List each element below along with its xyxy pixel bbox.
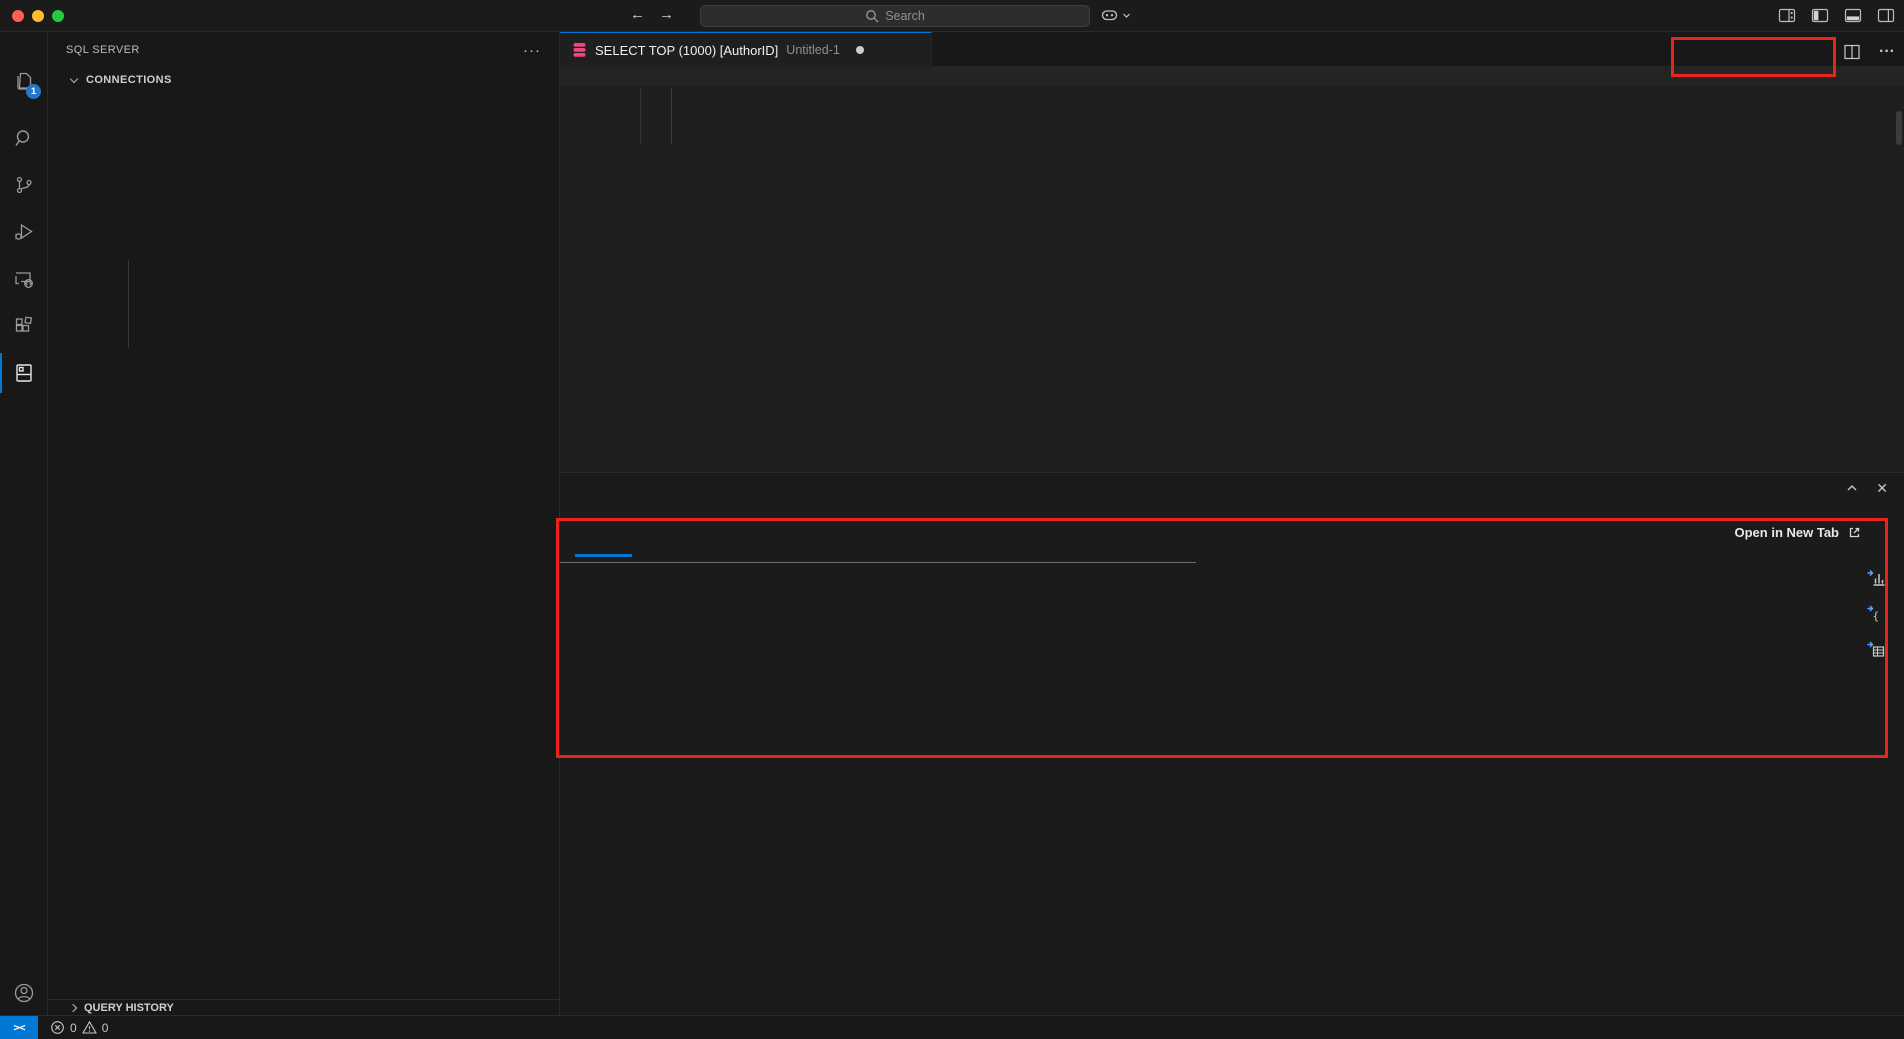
command-center-search[interactable]: Search — [700, 5, 1090, 27]
toggle-panel-icon[interactable] — [1844, 7, 1862, 24]
indent-guide-active — [671, 88, 672, 144]
active-results-tab-underline — [575, 554, 632, 557]
vscode-window: ← → Search 1 — [0, 0, 1904, 1039]
error-icon — [50, 1020, 65, 1035]
sidebar: SQL SERVER ··· CONNECTIONS QUERY HISTORY — [48, 32, 560, 1015]
more-actions-icon[interactable]: ··· — [1879, 44, 1895, 60]
sql-server-icon — [12, 361, 36, 385]
extensions-icon — [12, 314, 36, 338]
more-actions-icon[interactable]: ··· — [523, 42, 541, 59]
close-panel-icon[interactable]: ✕ — [1876, 481, 1888, 495]
tree-section-connections[interactable]: CONNECTIONS — [48, 69, 559, 91]
warning-count: 0 — [102, 1021, 109, 1035]
activity-search[interactable] — [0, 115, 48, 161]
search-icon — [865, 9, 879, 23]
title-bar: ← → Search — [0, 0, 1904, 32]
close-window-button[interactable] — [12, 10, 24, 22]
query-history-section[interactable]: QUERY HISTORY — [48, 999, 559, 1015]
window-controls — [12, 10, 64, 22]
chevron-up-icon[interactable] — [1845, 481, 1859, 495]
activity-bar: 1 — [0, 32, 48, 1015]
results-grid — [560, 562, 1196, 563]
code-editor[interactable] — [560, 67, 1904, 472]
customize-layout-icon[interactable] — [1778, 7, 1796, 24]
chevron-down-icon — [70, 74, 78, 82]
chevron-right-icon — [69, 1003, 77, 1011]
open-in-new-tab-label: Open in New Tab — [1735, 525, 1840, 540]
status-bar: >< 0 0 — [0, 1015, 1904, 1039]
error-count: 0 — [70, 1021, 77, 1035]
open-external-icon — [1847, 525, 1862, 540]
editor-tab[interactable]: SELECT TOP (1000) [AuthorID] Untitled-1 — [560, 32, 932, 67]
save-as-csv-icon[interactable] — [1866, 568, 1886, 587]
connections-label: CONNECTIONS — [86, 74, 172, 86]
remote-indicator[interactable]: >< — [0, 1016, 38, 1039]
save-as-excel-icon[interactable] — [1866, 640, 1886, 659]
activity-sql-server[interactable] — [0, 350, 48, 396]
chevron-down-icon — [1122, 11, 1131, 20]
indent-guide — [640, 88, 641, 144]
split-editor-icon[interactable] — [1843, 43, 1861, 61]
source-control-icon — [12, 173, 36, 197]
bottom-panel: ✕ Open in New Tab — [560, 472, 1904, 1015]
open-in-new-tab-button[interactable]: Open in New Tab — [1735, 525, 1863, 540]
save-as-json-icon[interactable]: { } — [1866, 604, 1886, 623]
account-icon — [12, 981, 36, 1005]
query-history-label: QUERY HISTORY — [84, 1002, 174, 1014]
tree-indent-guide — [128, 260, 129, 348]
minimize-window-button[interactable] — [32, 10, 44, 22]
svg-text:{ }: { } — [1873, 610, 1887, 623]
copilot-menu[interactable] — [1100, 7, 1131, 23]
current-line-highlight — [560, 67, 1904, 86]
explorer-badge: 1 — [26, 84, 41, 99]
forward-icon[interactable]: → — [659, 6, 674, 23]
maximize-window-button[interactable] — [52, 10, 64, 22]
toggle-secondary-sidebar-icon[interactable] — [1877, 7, 1895, 24]
tab-subtitle: Untitled-1 — [786, 43, 840, 57]
run-debug-icon — [12, 220, 36, 244]
toggle-primary-sidebar-icon[interactable] — [1811, 7, 1829, 24]
remote-explorer-icon — [12, 267, 36, 291]
activity-run-debug[interactable] — [0, 209, 48, 255]
search-placeholder: Search — [885, 9, 925, 23]
activity-source-control[interactable] — [0, 162, 48, 208]
sql-file-icon — [572, 42, 587, 58]
object-explorer-tree: CONNECTIONS — [48, 69, 559, 91]
modified-dot-icon[interactable] — [856, 46, 864, 54]
activity-explorer[interactable]: 1 — [0, 58, 48, 104]
activity-remote-explorer[interactable] — [0, 256, 48, 302]
tab-title: SELECT TOP (1000) [AuthorID] — [595, 43, 778, 58]
sidebar-title: SQL SERVER — [66, 44, 140, 56]
problems-status[interactable]: 0 0 — [38, 1020, 108, 1035]
warning-icon — [82, 1020, 97, 1035]
copilot-icon — [1100, 7, 1119, 23]
results-tab-bar — [575, 525, 1864, 549]
back-icon[interactable]: ← — [630, 6, 645, 23]
activity-extensions[interactable] — [0, 303, 48, 349]
search-icon — [12, 126, 36, 150]
editor-scrollbar[interactable] — [1896, 111, 1902, 145]
